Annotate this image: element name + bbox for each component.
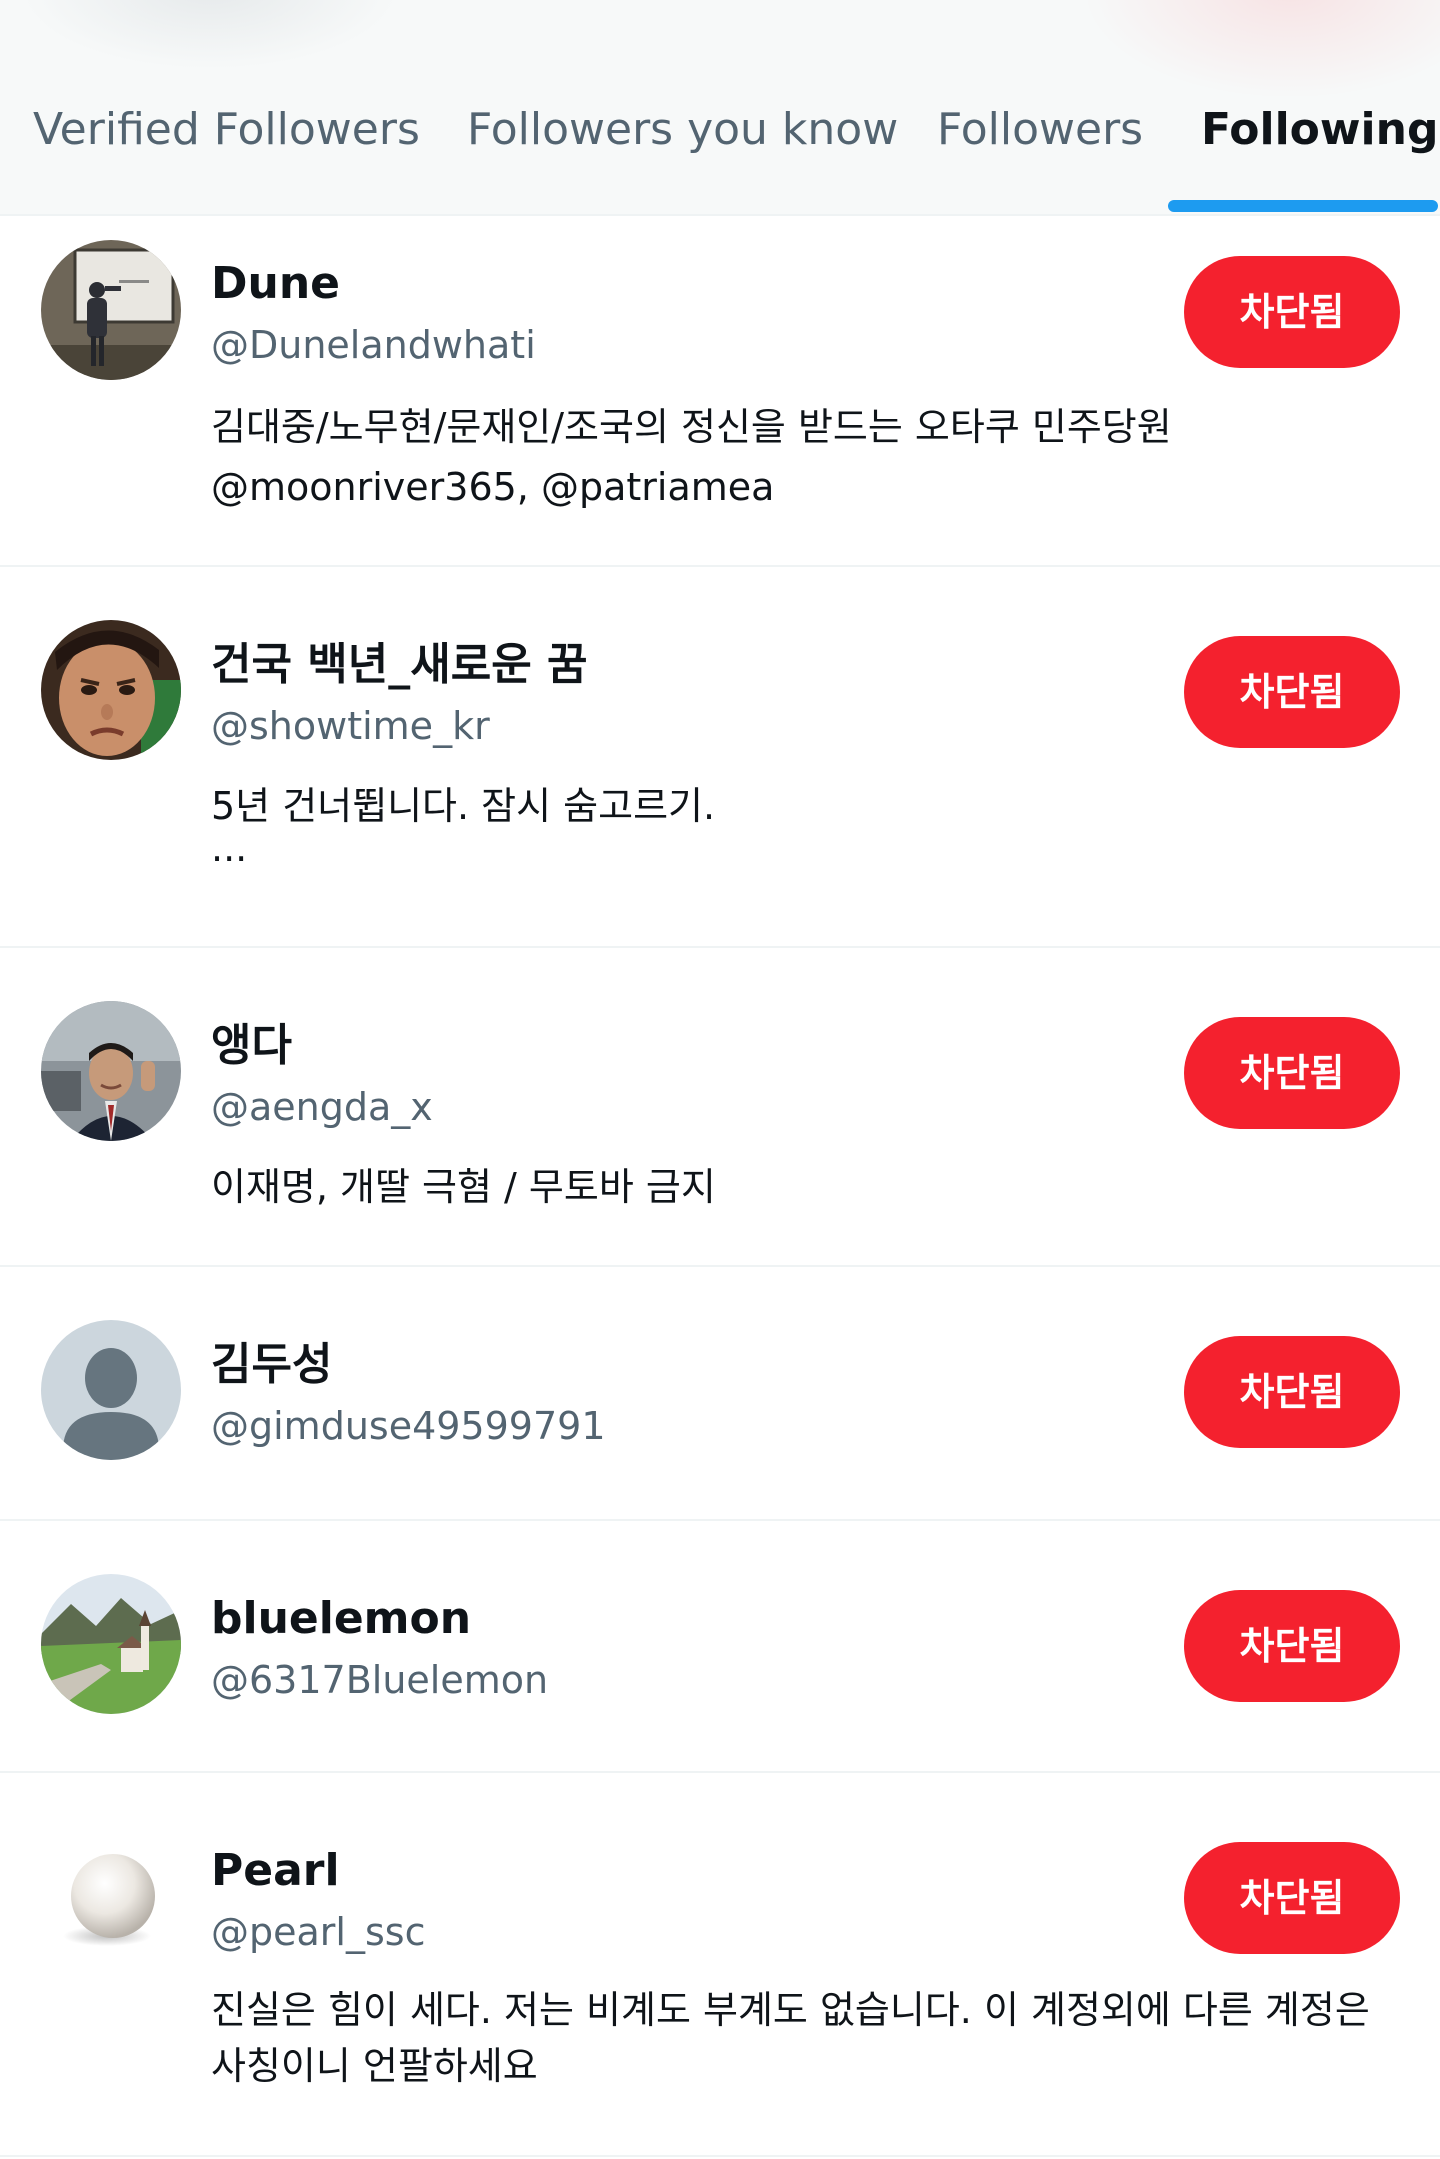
bio-line: 사칭이니 언팔하세요 xyxy=(211,2044,538,2088)
blocked-button[interactable]: 차단됨 xyxy=(1184,1590,1400,1702)
user-row-aengda[interactable]: 앵다 @aengda_x 차단됨 이재명, 개딸 극혐 / 무토바 금지 xyxy=(0,948,1440,1267)
bio-line: ... xyxy=(211,826,248,870)
display-name[interactable]: 김두성 xyxy=(211,1337,332,1393)
bio-line: 진실은 힘이 세다. 저는 비계도 부계도 없습니다. 이 계정외에 다른 계정… xyxy=(211,1988,1370,2032)
user-row-gimduseong[interactable]: 김두성 @gimduse49599791 차단됨 xyxy=(0,1267,1440,1521)
active-tab-indicator xyxy=(1168,200,1438,212)
header-glow xyxy=(1080,0,1440,100)
bio-line: 5년 건너뜁니다. 잠시 숨고르기. xyxy=(211,784,716,828)
tab-bar: Verified Followers Followers you know Fo… xyxy=(0,0,1440,216)
user-row-pearl[interactable]: Pearl @pearl_ssc 차단됨 진실은 힘이 세다. 저는 비계도 부… xyxy=(0,1773,1440,2157)
presenter-photo-avatar[interactable] xyxy=(41,240,181,380)
bio-line: 김대중/노무현/문재인/조국의 정신을 받드는 오타쿠 민주당원 xyxy=(211,405,1172,449)
blocked-button[interactable]: 차단됨 xyxy=(1184,636,1400,748)
display-name[interactable]: 앵다 xyxy=(211,1018,292,1074)
display-name[interactable]: bluelemon xyxy=(211,1591,471,1647)
bio-line: 이재명, 개딸 극혐 / 무토바 금지 xyxy=(211,1165,716,1209)
tab-verified-followers[interactable]: Verified Followers xyxy=(33,100,420,160)
user-handle[interactable]: @pearl_ssc xyxy=(211,1907,425,1957)
user-handle[interactable]: @aengda_x xyxy=(211,1082,433,1132)
man-in-suit-photo-avatar[interactable] xyxy=(41,1001,181,1141)
user-row-bluelemon[interactable]: bluelemon @6317Bluelemon 차단됨 xyxy=(0,1521,1440,1773)
header-glow xyxy=(20,0,400,70)
tab-followers[interactable]: Followers xyxy=(937,100,1143,160)
landscape-church-photo-avatar[interactable] xyxy=(41,1574,181,1714)
blocked-button[interactable]: 차단됨 xyxy=(1184,256,1400,368)
default-profile-avatar[interactable] xyxy=(41,1320,181,1460)
child-face-photo-avatar[interactable] xyxy=(41,620,181,760)
pearl-photo-avatar[interactable] xyxy=(41,1826,181,1966)
bio-line[interactable]: @moonriver365, @patriamea xyxy=(211,458,774,516)
display-name[interactable]: 건국 백년_새로운 꿈 xyxy=(211,637,587,693)
user-row-showtime[interactable]: 건국 백년_새로운 꿈 @showtime_kr 차단됨 5년 건너뜁니다. 잠… xyxy=(0,567,1440,948)
user-handle[interactable]: @showtime_kr xyxy=(211,701,490,751)
display-name[interactable]: Dune xyxy=(211,256,340,312)
blocked-button[interactable]: 차단됨 xyxy=(1184,1336,1400,1448)
display-name[interactable]: Pearl xyxy=(211,1843,340,1899)
tab-following[interactable]: Following xyxy=(1201,100,1438,160)
tab-followers-you-know[interactable]: Followers you know xyxy=(467,100,898,160)
user-handle[interactable]: @gimduse49599791 xyxy=(211,1401,606,1451)
user-row-dune[interactable]: Dune @Dunelandwhati 차단됨 김대중/노무현/문재인/조국의 … xyxy=(0,216,1440,567)
user-handle[interactable]: @Dunelandwhati xyxy=(211,320,536,370)
blocked-button[interactable]: 차단됨 xyxy=(1184,1842,1400,1954)
blocked-button[interactable]: 차단됨 xyxy=(1184,1017,1400,1129)
user-handle[interactable]: @6317Bluelemon xyxy=(211,1655,548,1705)
